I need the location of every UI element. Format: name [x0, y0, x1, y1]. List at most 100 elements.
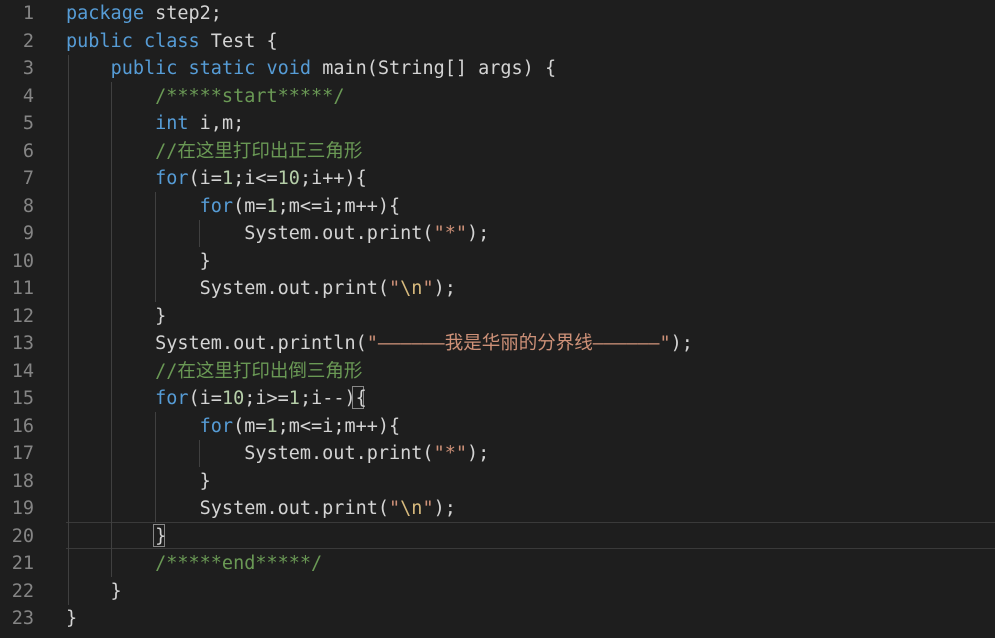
code-token: package	[66, 3, 144, 24]
line-number: 4	[22, 85, 34, 107]
line-number: 20	[11, 525, 34, 547]
code-line[interactable]: System.out.print("*");	[66, 440, 489, 468]
code-token: i,m;	[188, 113, 245, 134]
code-token: public	[66, 30, 133, 52]
code-token: System.out.print(	[66, 223, 434, 244]
code-token: /*****end*****/	[155, 553, 323, 574]
code-line[interactable]: }	[66, 578, 122, 606]
code-token: /*****start*****/	[155, 85, 345, 107]
line-number: 14	[11, 360, 34, 382]
code-token: (m=	[233, 195, 267, 217]
line-number: 23	[11, 608, 34, 629]
code-line[interactable]: System.out.print("\n");	[66, 275, 456, 303]
code-token: }	[66, 580, 122, 602]
code-line[interactable]: for(m=1;m<=i;m++){	[66, 193, 401, 221]
code-token: "	[422, 498, 434, 519]
code-line[interactable]: }	[66, 605, 77, 633]
line-number: 3	[22, 58, 34, 79]
code-line[interactable]: //在这里打印出倒三角形	[66, 358, 362, 386]
code-token: int	[155, 113, 189, 134]
code-line[interactable]: int i,m;	[66, 110, 244, 138]
code-token: );	[670, 333, 693, 354]
line-number: 5	[22, 113, 34, 134]
code-line[interactable]: }	[66, 248, 211, 276]
code-line[interactable]: }	[66, 468, 211, 496]
line-number: 16	[11, 415, 34, 437]
code-line[interactable]: package step2;	[66, 0, 222, 28]
line-number: 12	[11, 305, 34, 327]
code-token: );	[466, 443, 490, 464]
code-token: );	[466, 223, 490, 244]
code-token: "*"	[433, 443, 467, 464]
code-token: "*"	[433, 223, 467, 244]
code-token: \n	[400, 498, 423, 519]
code-token: 1	[266, 415, 278, 437]
code-line[interactable]: System.out.print("\n");	[66, 495, 456, 523]
code-token: (m=	[233, 415, 267, 437]
code-token: }	[66, 608, 78, 629]
code-token: class	[143, 30, 200, 52]
code-token: ;i<=	[233, 168, 278, 189]
code-token: 10	[277, 168, 300, 189]
code-line[interactable]: /*****start*****/	[66, 83, 344, 111]
code-token: for	[155, 168, 189, 189]
line-number: 17	[11, 443, 34, 464]
line-number: 10	[11, 250, 34, 272]
code-line[interactable]: System.out.println("——————我是华丽的分界线——————…	[66, 330, 693, 358]
code-line[interactable]: public class Test {	[66, 28, 278, 56]
code-token: static	[188, 58, 256, 79]
code-token: step2;	[143, 3, 222, 24]
code-token: //在这里打印出正三角形	[155, 140, 363, 162]
code-token: for	[199, 415, 234, 437]
code-token: 1	[266, 195, 278, 217]
code-line[interactable]: }	[66, 523, 166, 551]
code-token: "	[389, 498, 401, 519]
code-line[interactable]: public static void main(String[] args) {	[66, 55, 557, 83]
code-token: \n	[400, 278, 423, 299]
code-line[interactable]: for(i=10;i>=1;i--){	[66, 385, 367, 413]
code-token: );	[433, 498, 456, 519]
line-number: 15	[11, 388, 34, 409]
code-token: System.out.print(	[66, 498, 390, 519]
line-number: 19	[11, 498, 34, 519]
code-token: }	[66, 525, 167, 547]
code-token: for	[155, 388, 189, 409]
code-token: ;i--){	[299, 388, 367, 409]
code-token: "——————我是华丽的分界线——————"	[366, 333, 671, 354]
code-line[interactable]: }	[66, 303, 166, 331]
code-token: System.out.println(	[66, 333, 367, 354]
code-line[interactable]: for(i=1;i<=10;i++){	[66, 165, 367, 193]
code-token: System.out.print(	[66, 443, 434, 464]
line-number: 13	[11, 333, 34, 354]
line-number: 1	[22, 3, 34, 24]
code-line[interactable]: System.out.print("*");	[66, 220, 489, 248]
code-token: Test {	[199, 30, 278, 52]
code-token: "	[422, 278, 434, 299]
code-token: "	[389, 278, 401, 299]
code-line[interactable]: /*****end*****/	[66, 550, 322, 578]
code-area[interactable]: package step2; public class Test { public…	[66, 0, 995, 638]
code-token: (i=	[188, 168, 222, 189]
line-number: 9	[22, 223, 34, 244]
code-token: main(String[] args) {	[311, 58, 557, 79]
code-token: (i=	[188, 388, 222, 409]
line-number: 22	[11, 580, 34, 602]
code-line[interactable]: for(m=1;m<=i;m++){	[66, 413, 401, 441]
code-editor[interactable]: 1 2 3 4 5 6 7 8 9 10 11 12 13 14 15 16 17 18 19 20 21 22 23 pa…	[0, 0, 995, 638]
code-token: ;i>=	[244, 388, 289, 409]
line-number: 21	[11, 553, 34, 574]
code-token: //在这里打印出倒三角形	[155, 360, 363, 382]
code-line[interactable]: //在这里打印出正三角形	[66, 138, 362, 166]
code-token: }	[66, 470, 211, 492]
line-number: 7	[22, 168, 34, 189]
